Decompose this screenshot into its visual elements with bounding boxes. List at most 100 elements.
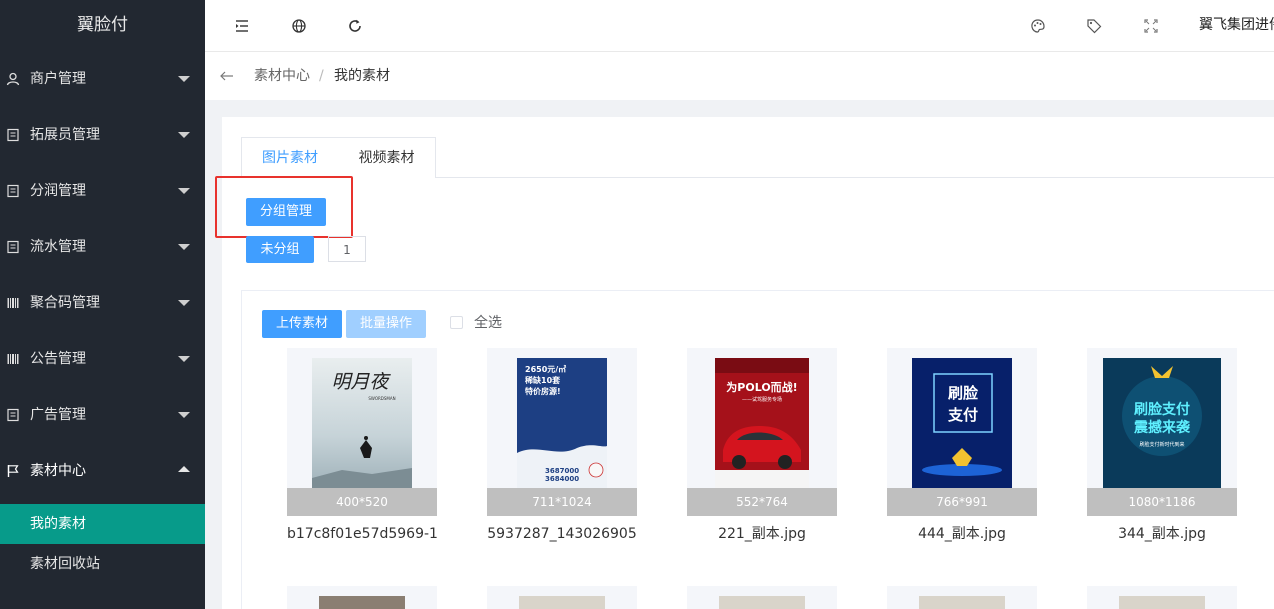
material-tile[interactable]	[1087, 586, 1237, 609]
image-dimensions: 1080*1186	[1087, 488, 1237, 516]
sidebar-item-label: 广告管理	[30, 407, 86, 423]
sidebar-item-ads[interactable]: 广告管理	[0, 387, 205, 443]
material-tile[interactable]	[487, 586, 637, 609]
poster-text: 刷脸支付新时代到来	[1139, 441, 1184, 448]
sidebar-item-material-center[interactable]: 素材中心	[0, 443, 205, 499]
caret-down-icon	[178, 76, 190, 82]
poster-subtitle: SWORDSMAN	[368, 396, 395, 401]
sidebar-item-label: 拓展员管理	[30, 127, 100, 143]
poster-thumbnail	[919, 596, 1005, 609]
sidebar: 翼脸付 商户管理 拓展员管理 分润管理 流水管理 聚合码管理 公告管理 广告管理…	[0, 0, 205, 609]
sidebar-subitem-my-materials[interactable]: 我的素材	[0, 504, 205, 544]
palette-icon[interactable]	[1030, 18, 1046, 34]
poster-text: 刷脸支付	[1134, 401, 1190, 418]
material-tile[interactable]: 2650元/㎡ 稀缺10套 特价房源! 3687000 3684000 711*…	[487, 348, 637, 516]
upload-material-button[interactable]: 上传素材	[262, 310, 342, 338]
image-dimensions: 711*1024	[487, 488, 637, 516]
sidebar-item-label: 聚合码管理	[30, 295, 100, 311]
poster-thumbnail: 刷脸支付 震撼来袭 刷脸支付新时代到来	[1103, 358, 1221, 488]
material-tile[interactable]	[287, 586, 437, 609]
poster-thumbnail: 明月夜 SWORDSMAN	[312, 358, 412, 488]
user-name[interactable]: 翼飞集团进件	[1199, 0, 1274, 51]
poster-text: 2650元/㎡	[525, 364, 566, 374]
poster-text: 3687000	[545, 467, 579, 475]
tab-image-materials[interactable]: 图片素材	[241, 137, 339, 178]
document-icon	[7, 408, 19, 422]
document-icon	[7, 240, 19, 254]
highlight-box	[215, 176, 353, 238]
sidebar-subitem-recycle-bin[interactable]: 素材回收站	[0, 544, 205, 584]
poster-thumbnail	[519, 596, 605, 609]
poster-subtitle: ——试驾服务专场	[742, 396, 782, 403]
poster-text: 稀缺10套	[525, 375, 561, 385]
document-icon	[7, 184, 19, 198]
poster-title: 为POLO而战!	[726, 380, 797, 394]
material-filename: 221_副本.jpg	[718, 526, 806, 542]
material-tile[interactable]	[887, 586, 1037, 609]
poster-text: 支付	[947, 406, 978, 424]
material-filename: 444_副本.jpg	[918, 526, 1006, 542]
fullscreen-icon[interactable]	[1143, 18, 1159, 34]
sidebar-item-label: 素材中心	[30, 463, 86, 479]
caret-down-icon	[178, 412, 190, 418]
refresh-icon[interactable]	[347, 18, 363, 34]
image-dimensions: 400*520	[287, 488, 437, 516]
barcode-icon	[7, 298, 19, 308]
sidebar-item-promoter[interactable]: 拓展员管理	[0, 107, 205, 163]
sidebar-subitem-label: 我的素材	[30, 516, 86, 532]
tag-icon[interactable]	[1086, 18, 1102, 34]
caret-down-icon	[178, 300, 190, 306]
sidebar-item-aggregate-code[interactable]: 聚合码管理	[0, 275, 205, 331]
sidebar-item-label: 分润管理	[30, 183, 86, 199]
ungrouped-button[interactable]: 未分组	[246, 236, 314, 263]
document-icon	[7, 128, 19, 142]
caret-down-icon	[178, 188, 190, 194]
sidebar-item-flow[interactable]: 流水管理	[0, 219, 205, 275]
poster-text: 特价房源!	[525, 386, 561, 396]
material-tile[interactable]: 刷脸 支付 766*991	[887, 348, 1037, 516]
user-icon	[6, 72, 20, 86]
caret-up-icon	[178, 466, 190, 472]
caret-down-icon	[178, 244, 190, 250]
sidebar-item-label: 公告管理	[30, 351, 86, 367]
ungrouped-count: 1	[328, 236, 366, 262]
sidebar-item-merchant[interactable]: 商户管理	[0, 51, 205, 107]
sidebar-item-profit[interactable]: 分润管理	[0, 163, 205, 219]
sidebar-item-notice[interactable]: 公告管理	[0, 331, 205, 387]
top-header: 翼飞集团进件	[205, 0, 1274, 52]
caret-down-icon	[178, 356, 190, 362]
material-filename: 5937287_143026905	[487, 526, 637, 542]
material-tile[interactable]: 刷脸支付 震撼来袭 刷脸支付新时代到来 1080*1186	[1087, 348, 1237, 516]
material-tile[interactable]: 为POLO而战! ——试驾服务专场 552*764	[687, 348, 837, 516]
material-filename: 344_副本.jpg	[1118, 526, 1206, 542]
select-all-checkbox[interactable]	[450, 316, 463, 329]
sidebar-subitem-label: 素材回收站	[30, 556, 100, 572]
sidebar-item-label: 商户管理	[30, 71, 86, 87]
barcode-icon	[7, 354, 19, 364]
sidebar-item-label: 流水管理	[30, 239, 86, 255]
material-filename: b17c8f01e57d5969-1	[287, 526, 437, 542]
menu-fold-icon[interactable]	[234, 18, 250, 34]
poster-title: 明月夜	[331, 371, 391, 393]
breadcrumb-current: 我的素材	[334, 68, 390, 84]
app-logo: 翼脸付	[77, 15, 128, 35]
poster-thumbnail	[319, 596, 405, 609]
poster-text: 3684000	[545, 475, 579, 483]
poster-text: 刷脸	[948, 384, 979, 402]
tab-video-materials[interactable]: 视频素材	[338, 137, 436, 178]
flag-icon	[7, 465, 19, 477]
material-tile[interactable]	[687, 586, 837, 609]
poster-thumbnail: 为POLO而战! ——试驾服务专场	[715, 358, 809, 488]
breadcrumb-root[interactable]: 素材中心	[254, 52, 310, 100]
material-tile[interactable]: 明月夜 SWORDSMAN 400*520	[287, 348, 437, 516]
select-all-label[interactable]: 全选	[474, 313, 502, 333]
caret-down-icon	[178, 132, 190, 138]
poster-thumbnail	[719, 596, 805, 609]
globe-icon[interactable]	[291, 18, 307, 34]
breadcrumb-separator: /	[319, 68, 324, 84]
poster-thumbnail: 刷脸 支付	[912, 358, 1012, 488]
image-dimensions: 552*764	[687, 488, 837, 516]
batch-operation-button[interactable]: 批量操作	[346, 310, 426, 338]
tab-divider	[435, 177, 1274, 178]
back-arrow-icon[interactable]	[219, 69, 235, 83]
